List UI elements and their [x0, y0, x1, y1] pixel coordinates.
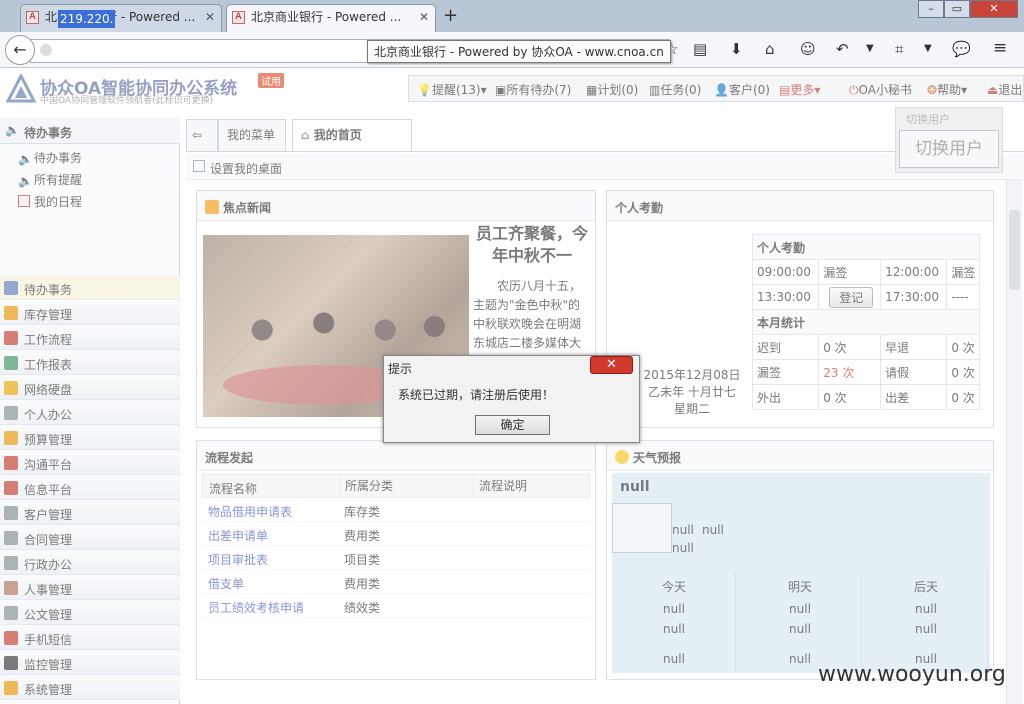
- undo-icon[interactable]: ↶: [836, 40, 849, 58]
- chevron-down-icon[interactable]: ▼: [866, 43, 874, 54]
- new-tab-button[interactable]: +: [443, 5, 458, 26]
- home-icon[interactable]: ⌂: [765, 40, 775, 58]
- site-favicon-icon: A: [26, 11, 39, 24]
- dialog-close-button[interactable]: ✕: [590, 356, 633, 374]
- globe-icon: [40, 44, 52, 56]
- browser-tab-2[interactable]: A 北京商业银行 - Powered ... ✕: [226, 4, 436, 32]
- dialog-ok-button[interactable]: 确定: [475, 415, 550, 435]
- close-tab-icon[interactable]: ✕: [205, 5, 215, 29]
- tab-tooltip: 北京商业银行 - Powered by 协众OA - www.cnoa.cn: [367, 40, 671, 63]
- crop-icon[interactable]: ⌗: [895, 40, 903, 58]
- chevron-down-icon[interactable]: ▼: [924, 43, 932, 54]
- close-tab-icon[interactable]: ✕: [419, 5, 429, 29]
- maximize-button[interactable]: ▭: [944, 0, 970, 18]
- minimize-button[interactable]: –: [918, 0, 944, 18]
- download-icon[interactable]: ⬇: [730, 40, 743, 58]
- browser-tab-title: 北京商业银行 - Powered ...: [251, 10, 402, 24]
- smiley-icon[interactable]: ☺: [800, 40, 816, 58]
- back-button[interactable]: ←: [5, 35, 35, 65]
- dialog-title: 提示: [388, 362, 413, 376]
- browser-tab-bar: A 北京商业银行 - Powered ... ✕ A 北京商业银行 - Powe…: [0, 0, 1024, 32]
- site-favicon-icon: A: [232, 11, 245, 24]
- chat-icon[interactable]: 💬: [952, 40, 971, 58]
- reading-list-icon[interactable]: ▤: [693, 40, 707, 58]
- hamburger-menu-icon[interactable]: ≡: [993, 38, 1007, 58]
- close-window-button[interactable]: ✕: [970, 0, 1018, 18]
- dialog-message: 系统已过期，请注册后使用！: [398, 388, 555, 402]
- browser-tab-1[interactable]: A 北京商业银行 - Powered ... ✕: [20, 4, 222, 32]
- url-text[interactable]: 219.220.: [58, 10, 116, 28]
- watermark: www.wooyun.org: [818, 662, 1006, 687]
